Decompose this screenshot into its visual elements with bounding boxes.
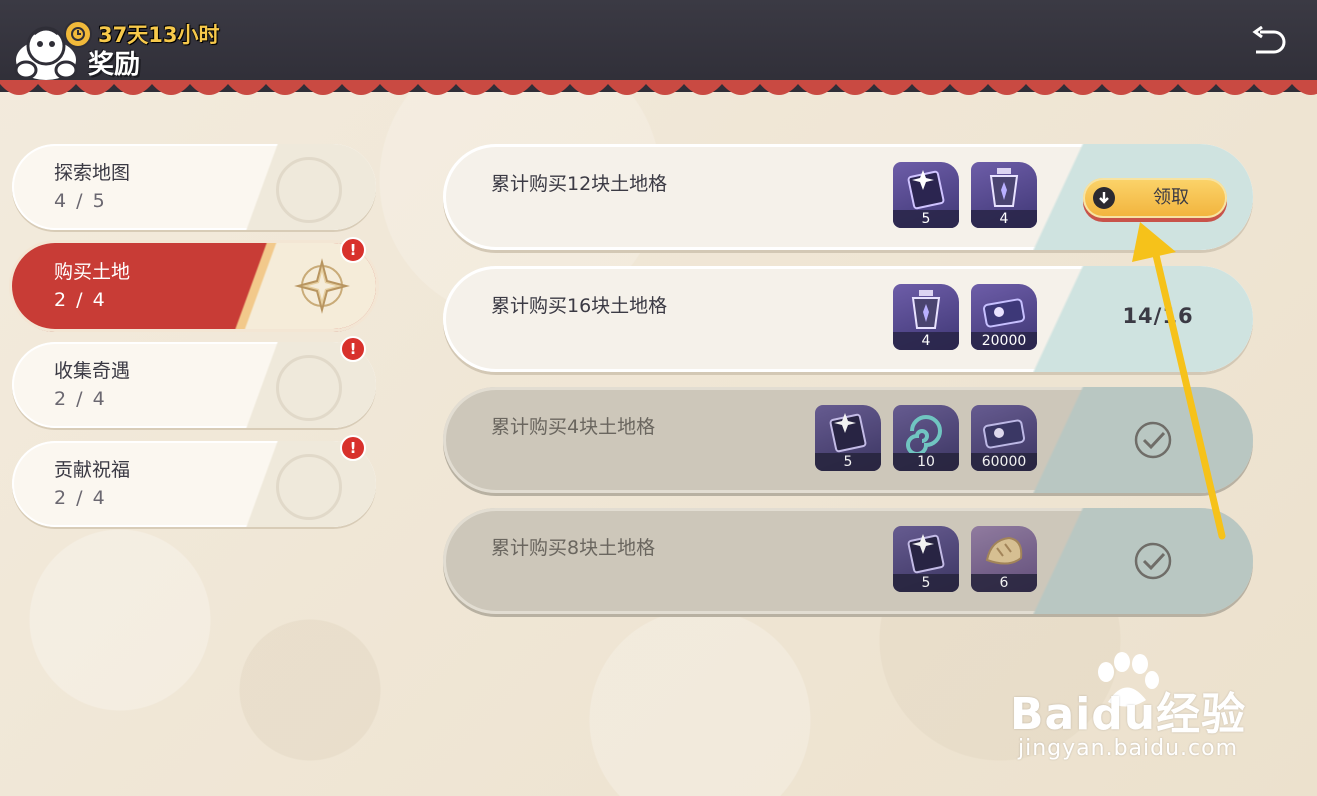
tab-count: 2 / 4 bbox=[54, 289, 107, 311]
lantern-icon bbox=[911, 290, 941, 329]
reward-item[interactable]: 6 bbox=[971, 526, 1037, 592]
progress-text: 14/16 bbox=[1122, 304, 1194, 328]
reward-title: 累计购买12块土地格 bbox=[491, 173, 668, 195]
ticket-card-icon bbox=[829, 413, 867, 453]
reward-title: 累计购买16块土地格 bbox=[491, 295, 668, 317]
reward-item[interactable]: 4 bbox=[893, 284, 959, 350]
tab-label: 贡献祝福 bbox=[54, 459, 131, 481]
tab-buy-land[interactable]: 购买土地 2 / 4 bbox=[12, 243, 376, 329]
bread-icon bbox=[985, 536, 1023, 565]
emblem-decoration bbox=[276, 355, 342, 421]
alert-badge-icon: ! bbox=[340, 336, 366, 362]
watermark-url: jingyan.baidu.com bbox=[1018, 736, 1239, 761]
tab-label: 购买土地 bbox=[54, 261, 131, 283]
item-quantity: 5 bbox=[893, 574, 959, 592]
item-quantity: 5 bbox=[815, 453, 881, 471]
reward-item[interactable]: 60000 bbox=[971, 405, 1037, 471]
tab-label: 探索地图 bbox=[54, 162, 131, 184]
ticket-card-icon bbox=[907, 534, 945, 574]
emblem-decoration bbox=[276, 454, 342, 520]
header-scallop-border bbox=[0, 80, 1317, 95]
reward-row: 累计购买12块土地格 5 4 领取 bbox=[443, 144, 1253, 250]
reward-item[interactable]: 20000 bbox=[971, 284, 1037, 350]
item-quantity: 5 bbox=[893, 210, 959, 228]
swirl-icon bbox=[906, 415, 942, 453]
item-quantity: 20000 bbox=[971, 332, 1037, 350]
alert-badge-icon: ! bbox=[340, 435, 366, 461]
claimed-check-icon bbox=[1134, 542, 1172, 580]
reward-item[interactable]: 4 bbox=[971, 162, 1037, 228]
emblem-decoration bbox=[276, 157, 342, 223]
coin-card-icon bbox=[983, 419, 1025, 449]
lantern-icon bbox=[989, 168, 1019, 207]
page-title: 奖励 bbox=[88, 50, 141, 80]
item-quantity: 4 bbox=[893, 332, 959, 350]
tab-count: 2 / 4 bbox=[54, 388, 107, 410]
tab-explore-map[interactable]: 探索地图 4 / 5 bbox=[12, 144, 376, 230]
alert-badge-icon: ! bbox=[340, 237, 366, 263]
reward-item[interactable]: 10 bbox=[893, 405, 959, 471]
back-return-icon[interactable] bbox=[1248, 26, 1288, 60]
item-quantity: 4 bbox=[971, 210, 1037, 228]
reward-row: 累计购买4块土地格 5 10 60000 bbox=[443, 387, 1253, 493]
reward-row: 累计购买8块土地格 5 6 bbox=[443, 508, 1253, 614]
coin-card-icon bbox=[983, 298, 1025, 328]
tab-label: 收集奇遇 bbox=[54, 360, 131, 382]
tab-count: 2 / 4 bbox=[54, 487, 107, 509]
claimed-check-icon bbox=[1134, 421, 1172, 459]
download-arrow-icon bbox=[1093, 187, 1115, 209]
reward-item[interactable]: 5 bbox=[893, 162, 959, 228]
item-quantity: 6 bbox=[971, 574, 1037, 592]
reward-item[interactable]: 5 bbox=[815, 405, 881, 471]
claim-label: 领取 bbox=[1153, 187, 1189, 208]
tab-contribute-blessing[interactable]: 贡献祝福 2 / 4 bbox=[12, 441, 376, 527]
watermark-brand: Baidu经验 bbox=[1010, 689, 1247, 740]
compass-star-icon bbox=[294, 258, 350, 314]
reward-row: 累计购买16块土地格 4 20000 14/16 bbox=[443, 266, 1253, 372]
ticket-card-icon bbox=[907, 170, 945, 210]
baidu-watermark: Baidu经验 jingyan.baidu.com bbox=[1010, 652, 1310, 772]
reward-title: 累计购买4块土地格 bbox=[491, 416, 656, 438]
top-header: 37天13小时 奖励 bbox=[0, 0, 1317, 92]
item-quantity: 10 bbox=[893, 453, 959, 471]
reward-title: 累计购买8块土地格 bbox=[491, 537, 656, 559]
item-quantity: 60000 bbox=[971, 453, 1037, 471]
tab-collect-encounters[interactable]: 收集奇遇 2 / 4 bbox=[12, 342, 376, 428]
tab-count: 4 / 5 bbox=[54, 190, 107, 212]
claim-button[interactable]: 领取 bbox=[1083, 178, 1227, 218]
reward-item[interactable]: 5 bbox=[893, 526, 959, 592]
